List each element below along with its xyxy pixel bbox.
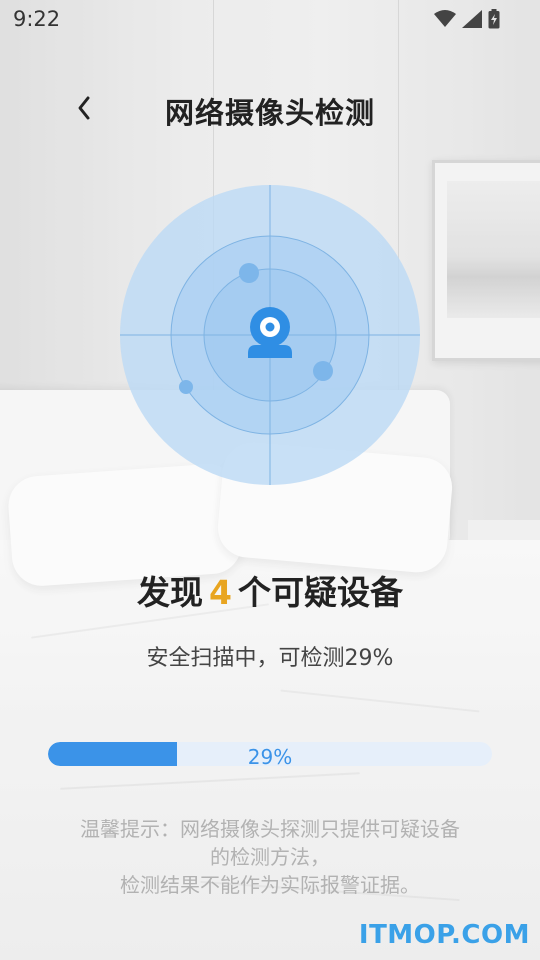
result-prefix: 发现 <box>137 573 204 612</box>
suspicious-device-count: 4 <box>209 573 232 612</box>
radar-device-dot <box>313 361 333 381</box>
battery-icon <box>488 9 500 29</box>
radar-scanner <box>120 185 420 485</box>
result-heading: 发现 4 个可疑设备 <box>0 566 540 614</box>
tip-line-2: 的检测方法， <box>210 845 330 869</box>
watermark-logo: ITMOP.COM <box>358 920 530 950</box>
scan-progress-bar: 29% <box>48 742 492 766</box>
disclaimer-tip: 温馨提示：网络摄像头探测只提供可疑设备 的检测方法， 检测结果不能作为实际报警证… <box>40 815 500 899</box>
tip-line-1: 温馨提示：网络摄像头探测只提供可疑设备 <box>80 817 460 841</box>
radar-device-dot <box>179 380 193 394</box>
status-bar: 9:22 <box>0 0 540 38</box>
tip-line-3: 检测结果不能作为实际报警证据。 <box>120 873 420 897</box>
page-title: 网络摄像头检测 <box>164 96 375 130</box>
signal-icon <box>462 10 482 28</box>
wifi-icon <box>434 10 456 27</box>
scan-status-text: 安全扫描中，可检测29% <box>146 646 394 671</box>
result-suffix: 个可疑设备 <box>237 573 403 612</box>
status-time: 9:22 <box>13 7 61 31</box>
webcam-icon <box>248 307 292 358</box>
system-icons <box>434 9 500 29</box>
radar-device-dot <box>239 263 259 283</box>
progress-label: 29% <box>247 745 293 766</box>
